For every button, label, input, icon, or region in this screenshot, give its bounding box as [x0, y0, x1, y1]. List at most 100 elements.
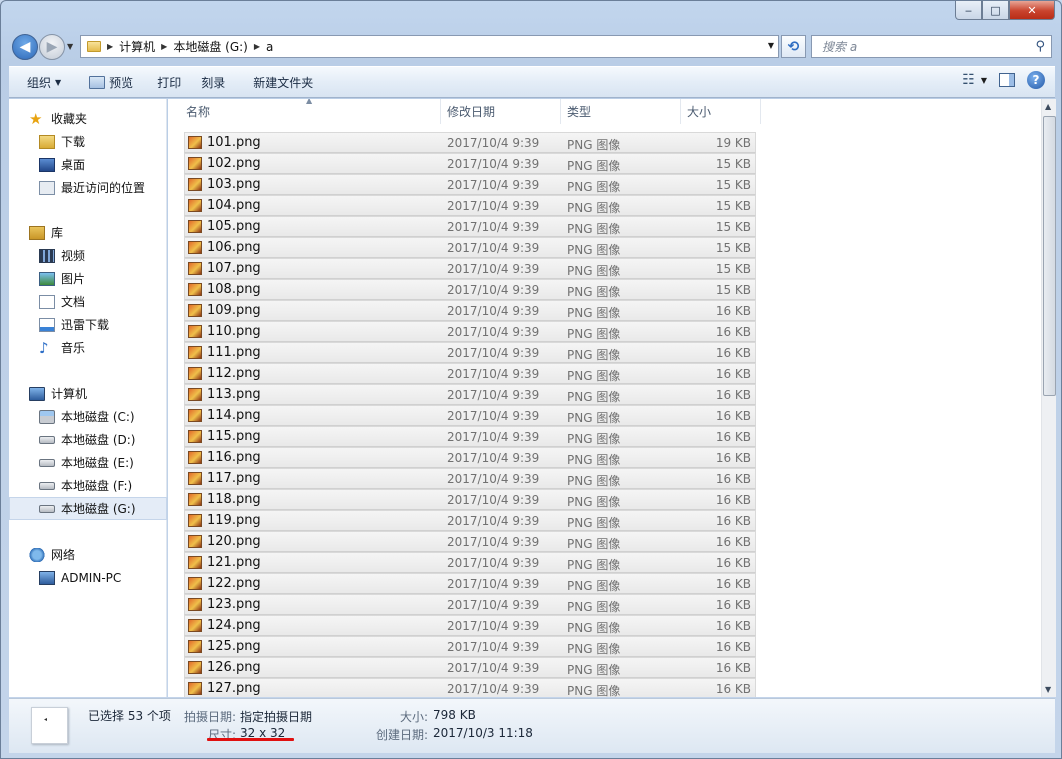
- file-type: PNG 图像: [567, 327, 621, 341]
- burn-button[interactable]: 刻录: [191, 70, 235, 94]
- refresh-button[interactable]: ⟲: [781, 35, 806, 58]
- file-row[interactable]: 112.png 2017/10/4 9:39 PNG 图像 16 KB: [184, 363, 756, 384]
- nav-drive-e[interactable]: 本地磁盘 (E:): [9, 451, 167, 474]
- column-date[interactable]: 修改日期: [441, 99, 561, 124]
- file-row[interactable]: 117.png 2017/10/4 9:39 PNG 图像 16 KB: [184, 468, 756, 489]
- preview-button[interactable]: 预览: [79, 70, 143, 94]
- file-row[interactable]: 104.png 2017/10/4 9:39 PNG 图像 15 KB: [184, 195, 756, 216]
- png-file-icon: [188, 472, 202, 485]
- breadcrumb-drive-g[interactable]: 本地磁盘 (G:): [173, 38, 248, 55]
- minimize-button[interactable]: ‒: [955, 1, 982, 20]
- nav-recent[interactable]: 最近访问的位置: [9, 176, 167, 199]
- file-row[interactable]: 101.png 2017/10/4 9:39 PNG 图像 19 KB: [184, 132, 756, 153]
- file-row[interactable]: 121.png 2017/10/4 9:39 PNG 图像 16 KB: [184, 552, 756, 573]
- png-file-icon: [188, 346, 202, 359]
- scrollbar-thumb[interactable]: [1043, 116, 1056, 396]
- png-file-icon: [188, 556, 202, 569]
- scroll-up-icon[interactable]: ▲: [1045, 102, 1051, 111]
- file-row[interactable]: 105.png 2017/10/4 9:39 PNG 图像 15 KB: [184, 216, 756, 237]
- nav-drive-c[interactable]: 本地磁盘 (C:): [9, 405, 167, 428]
- new-folder-button[interactable]: 新建文件夹: [243, 70, 323, 94]
- file-row[interactable]: 113.png 2017/10/4 9:39 PNG 图像 16 KB: [184, 384, 756, 405]
- chevron-right-icon[interactable]: ▶: [161, 42, 167, 51]
- column-header: 名称 ▲ 修改日期 类型 大小: [168, 99, 1041, 124]
- close-button[interactable]: ✕: [1009, 1, 1055, 20]
- file-row[interactable]: 122.png 2017/10/4 9:39 PNG 图像 16 KB: [184, 573, 756, 594]
- file-row[interactable]: 108.png 2017/10/4 9:39 PNG 图像 15 KB: [184, 279, 756, 300]
- scroll-down-icon[interactable]: ▼: [1045, 685, 1051, 694]
- file-row[interactable]: 124.png 2017/10/4 9:39 PNG 图像 16 KB: [184, 615, 756, 636]
- png-file-icon: [188, 220, 202, 233]
- breadcrumb-folder-a[interactable]: a: [266, 40, 273, 54]
- chevron-down-icon: ▼: [55, 77, 62, 87]
- file-row[interactable]: 120.png 2017/10/4 9:39 PNG 图像 16 KB: [184, 531, 756, 552]
- file-type: PNG 图像: [567, 180, 621, 194]
- file-date: 2017/10/4 9:39: [447, 577, 540, 591]
- png-file-icon: [188, 577, 202, 590]
- date-taken-value[interactable]: 指定拍摄日期: [240, 708, 312, 725]
- column-type[interactable]: 类型: [561, 99, 681, 124]
- forward-button[interactable]: ▶: [39, 34, 65, 60]
- help-icon[interactable]: ?: [1027, 71, 1045, 89]
- file-row[interactable]: 119.png 2017/10/4 9:39 PNG 图像 16 KB: [184, 510, 756, 531]
- nav-downloads[interactable]: 下载: [9, 130, 167, 153]
- print-button[interactable]: 打印: [147, 70, 191, 94]
- nav-network[interactable]: 网络: [9, 543, 167, 566]
- file-row[interactable]: 111.png 2017/10/4 9:39 PNG 图像 16 KB: [184, 342, 756, 363]
- nav-favorites[interactable]: ★ 收藏夹: [9, 107, 167, 130]
- search-input[interactable]: 搜索 a ⚲: [811, 35, 1052, 58]
- file-row[interactable]: 116.png 2017/10/4 9:39 PNG 图像 16 KB: [184, 447, 756, 468]
- file-type: PNG 图像: [567, 411, 621, 425]
- column-size[interactable]: 大小: [681, 99, 761, 124]
- nav-desktop[interactable]: 桌面: [9, 153, 167, 176]
- file-row[interactable]: 118.png 2017/10/4 9:39 PNG 图像 16 KB: [184, 489, 756, 510]
- nav-thunder-downloads-label: 迅雷下载: [61, 318, 110, 332]
- nav-drive-d[interactable]: 本地磁盘 (D:): [9, 428, 167, 451]
- file-type: PNG 图像: [567, 600, 621, 614]
- nav-drive-g[interactable]: 本地磁盘 (G:): [9, 497, 167, 520]
- file-row[interactable]: 109.png 2017/10/4 9:39 PNG 图像 16 KB: [184, 300, 756, 321]
- nav-music[interactable]: ♪ 音乐: [9, 336, 167, 359]
- chevron-down-icon[interactable]: ▼: [981, 76, 987, 85]
- view-options-icon[interactable]: ☷: [962, 72, 975, 88]
- file-row[interactable]: 125.png 2017/10/4 9:39 PNG 图像 16 KB: [184, 636, 756, 657]
- breadcrumb-computer[interactable]: 计算机: [119, 38, 155, 55]
- file-date: 2017/10/4 9:39: [447, 472, 540, 486]
- file-row[interactable]: 102.png 2017/10/4 9:39 PNG 图像 15 KB: [184, 153, 756, 174]
- history-dropdown-icon[interactable]: ▼: [67, 42, 73, 51]
- nav-libraries[interactable]: 库: [9, 221, 167, 244]
- chevron-right-icon[interactable]: ▶: [107, 42, 113, 51]
- file-name: 113.png: [207, 387, 261, 402]
- nav-pictures[interactable]: 图片: [9, 267, 167, 290]
- nav-computer[interactable]: 计算机: [9, 382, 167, 405]
- address-dropdown-icon[interactable]: ▼: [768, 41, 774, 50]
- file-row[interactable]: 106.png 2017/10/4 9:39 PNG 图像 15 KB: [184, 237, 756, 258]
- organize-button[interactable]: 组织 ▼: [9, 70, 71, 94]
- chevron-right-icon[interactable]: ▶: [254, 42, 260, 51]
- preview-pane-icon[interactable]: [999, 73, 1015, 87]
- nav-documents[interactable]: 文档: [9, 290, 167, 313]
- search-icon[interactable]: ⚲: [1035, 39, 1045, 54]
- vertical-scrollbar[interactable]: ▲ ▼: [1041, 99, 1056, 697]
- file-row[interactable]: 110.png 2017/10/4 9:39 PNG 图像 16 KB: [184, 321, 756, 342]
- file-row[interactable]: 123.png 2017/10/4 9:39 PNG 图像 16 KB: [184, 594, 756, 615]
- file-size: 16 KB: [715, 304, 751, 318]
- nav-thunder-downloads[interactable]: 迅雷下载: [9, 313, 167, 336]
- file-date: 2017/10/4 9:39: [447, 241, 540, 255]
- refresh-icon: ⟲: [787, 38, 800, 55]
- file-row[interactable]: 114.png 2017/10/4 9:39 PNG 图像 16 KB: [184, 405, 756, 426]
- new-folder-label: 新建文件夹: [253, 75, 314, 90]
- file-row[interactable]: 115.png 2017/10/4 9:39 PNG 图像 16 KB: [184, 426, 756, 447]
- file-row[interactable]: 127.png 2017/10/4 9:39 PNG 图像 16 KB: [184, 678, 756, 697]
- address-bar[interactable]: ▶ 计算机 ▶ 本地磁盘 (G:) ▶ a ▼: [80, 35, 779, 58]
- nav-drive-f[interactable]: 本地磁盘 (F:): [9, 474, 167, 497]
- file-row[interactable]: 103.png 2017/10/4 9:39 PNG 图像 15 KB: [184, 174, 756, 195]
- file-row[interactable]: 126.png 2017/10/4 9:39 PNG 图像 16 KB: [184, 657, 756, 678]
- png-file-icon: [188, 430, 202, 443]
- nav-videos[interactable]: 视频: [9, 244, 167, 267]
- maximize-button[interactable]: □: [982, 1, 1009, 20]
- png-file-icon: [188, 325, 202, 338]
- file-row[interactable]: 107.png 2017/10/4 9:39 PNG 图像 15 KB: [184, 258, 756, 279]
- nav-admin-pc[interactable]: ADMIN-PC: [9, 566, 167, 589]
- back-button[interactable]: ◀: [12, 34, 38, 60]
